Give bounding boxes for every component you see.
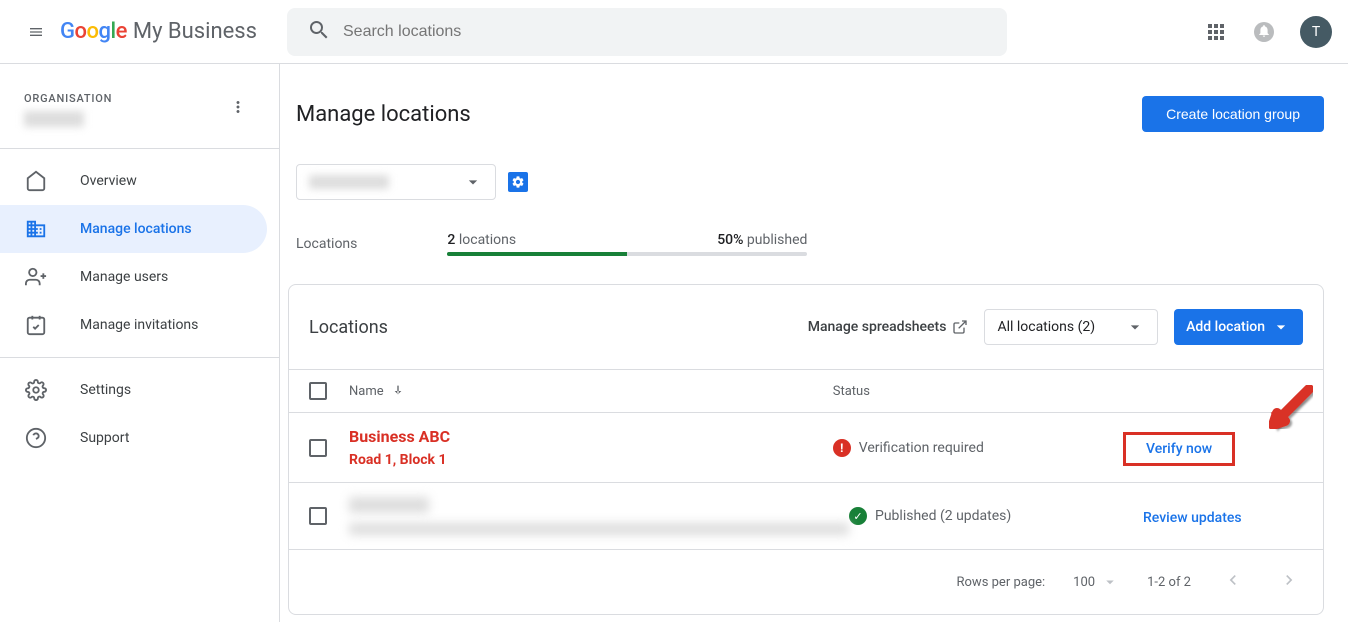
main-content: Manage locations Create location group L… — [280, 64, 1348, 622]
manage-spreadsheets-link[interactable]: Manage spreadsheets — [808, 319, 969, 335]
group-selector-dropdown[interactable] — [296, 164, 496, 200]
help-icon — [24, 426, 48, 450]
sidebar-item-settings[interactable]: Settings — [0, 366, 267, 414]
add-location-button[interactable]: Add location — [1174, 309, 1303, 345]
progress-bar — [447, 252, 807, 256]
apps-icon[interactable] — [1196, 12, 1236, 52]
progress-label: Locations — [296, 236, 357, 252]
external-link-icon — [952, 319, 968, 335]
sidebar-item-manage-invitations[interactable]: Manage invitations — [0, 301, 267, 349]
logo-suffix: My Business — [133, 19, 257, 44]
nav-label: Settings — [80, 382, 131, 398]
verify-now-link[interactable]: Verify now — [1123, 432, 1235, 466]
nav-label: Support — [80, 430, 129, 446]
status-text: Verification required — [859, 440, 984, 456]
location-address: Road 1, Block 1 — [349, 452, 447, 468]
rows-per-page-label: Rows per page: — [957, 575, 1046, 590]
pagination: Rows per page: 100 1-2 of 2 — [289, 550, 1323, 614]
search-box[interactable] — [287, 8, 1007, 56]
sidebar-item-manage-users[interactable]: Manage users — [0, 253, 267, 301]
google-logo: Google — [60, 19, 127, 44]
chevron-down-icon — [1125, 317, 1145, 337]
sort-down-icon[interactable] — [390, 383, 406, 399]
status-text: Published (2 updates) — [875, 508, 1011, 524]
search-input[interactable] — [343, 23, 999, 41]
locations-card: Locations Manage spreadsheets All locati… — [288, 284, 1324, 615]
calendar-icon — [24, 313, 48, 337]
org-more-icon[interactable] — [221, 90, 255, 128]
nav-label: Manage locations — [80, 221, 192, 237]
sidebar: ORGANISATION Overview Manage locations M… — [0, 64, 280, 622]
row-checkbox[interactable] — [309, 507, 327, 525]
col-status-header: Status — [833, 384, 1123, 399]
gear-icon — [24, 378, 48, 402]
user-add-icon — [24, 265, 48, 289]
account-avatar[interactable]: T — [1300, 16, 1332, 48]
sidebar-item-support[interactable]: Support — [0, 414, 267, 462]
nav-label: Overview — [80, 173, 137, 189]
chevron-down-icon — [1271, 317, 1291, 337]
select-all-checkbox[interactable] — [309, 382, 327, 400]
check-icon: ✓ — [849, 507, 867, 525]
error-icon: ! — [833, 439, 851, 457]
org-name-redacted — [24, 111, 84, 127]
building-icon — [24, 217, 48, 241]
location-name-redacted[interactable] — [349, 497, 429, 513]
hamburger-menu-icon[interactable] — [16, 12, 56, 52]
nav-label: Manage invitations — [80, 317, 198, 333]
group-name-redacted — [309, 175, 389, 189]
search-icon — [295, 18, 343, 46]
table-row: Business ABC Road 1, Block 1 ! Verificat… — [289, 413, 1323, 483]
logo[interactable]: Google My Business — [60, 19, 257, 44]
create-location-group-button[interactable]: Create location group — [1142, 96, 1324, 132]
review-updates-link[interactable]: Review updates — [1123, 510, 1242, 526]
sidebar-item-overview[interactable]: Overview — [0, 157, 267, 205]
page-range: 1-2 of 2 — [1147, 575, 1191, 590]
table-row: ✓ Published (2 updates) Review updates — [289, 483, 1323, 550]
group-settings-icon[interactable] — [508, 172, 528, 192]
prev-page-icon[interactable] — [1219, 566, 1247, 598]
nav-label: Manage users — [80, 269, 168, 285]
publish-percent: 50% — [717, 232, 743, 248]
org-label: ORGANISATION — [24, 92, 112, 105]
home-icon — [24, 169, 48, 193]
sidebar-item-manage-locations[interactable]: Manage locations — [0, 205, 267, 253]
rows-per-page-selector[interactable]: 100 — [1073, 573, 1119, 591]
location-name[interactable]: Business ABC — [349, 427, 450, 446]
card-title: Locations — [309, 317, 388, 338]
location-address-redacted — [349, 523, 849, 535]
row-checkbox[interactable] — [309, 439, 327, 457]
page-title: Manage locations — [296, 102, 471, 127]
next-page-icon[interactable] — [1275, 566, 1303, 598]
table-header: Name Status — [289, 369, 1323, 413]
col-name-header[interactable]: Name — [349, 384, 384, 399]
filter-dropdown[interactable]: All locations (2) — [984, 309, 1158, 345]
app-header: Google My Business T — [0, 0, 1348, 64]
notifications-icon[interactable] — [1244, 12, 1284, 52]
chevron-down-icon — [1101, 573, 1119, 591]
chevron-down-icon — [463, 172, 483, 192]
